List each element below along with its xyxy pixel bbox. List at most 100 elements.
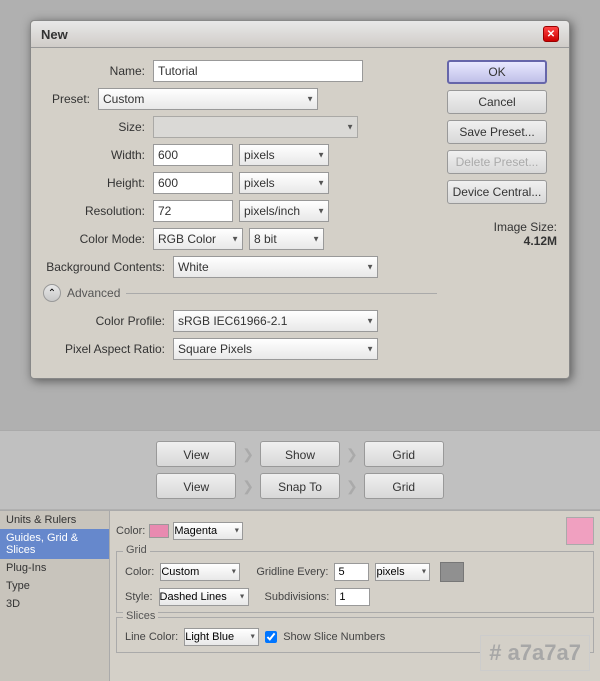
arrow-icon-2: ❯: [346, 446, 358, 463]
sidebar-item-3d[interactable]: 3D: [0, 595, 109, 613]
settings-top-bar: Color: Magenta Cyan: [116, 517, 594, 545]
bg-label: Background Contents:: [43, 260, 173, 274]
width-input[interactable]: [153, 144, 233, 166]
bit-select[interactable]: 8 bit 16 bit 32 bit: [249, 228, 324, 250]
aspect-label: Pixel Aspect Ratio:: [43, 342, 173, 356]
image-size-value: 4.12M: [447, 234, 557, 248]
gridline-unit-select[interactable]: pixels inches: [375, 563, 430, 581]
width-unit-select[interactable]: pixels inches cm: [239, 144, 329, 166]
ok-button[interactable]: OK: [447, 60, 547, 84]
grid-color-label: Color:: [125, 566, 154, 578]
colormode-select-wrapper: RGB Color CMYK Color: [153, 228, 243, 250]
color-name-select[interactable]: Magenta Cyan: [173, 522, 243, 540]
resolution-row: Resolution: pixels/inch pixels/cm: [43, 200, 437, 222]
grid-button-1[interactable]: Grid: [364, 441, 444, 467]
subdivisions-label: Subdivisions:: [265, 591, 330, 603]
preset-select[interactable]: Custom Default Photoshop Size Letter: [98, 88, 318, 110]
bg-row: Background Contents: White Background Co…: [43, 256, 437, 278]
profile-row: Color Profile: sRGB IEC61966-2.1 Adobe R…: [43, 310, 437, 332]
gridline-value-input[interactable]: [334, 563, 369, 581]
show-button[interactable]: Show: [260, 441, 340, 467]
height-label: Height:: [43, 176, 153, 190]
size-label: Size:: [43, 120, 153, 134]
size-row: Size:: [43, 116, 437, 138]
bottom-button-area: View ❯ Show ❯ Grid View ❯ Snap To ❯ Grid: [0, 430, 600, 509]
dialog-left-panel: Name: Preset: Custom Default Photoshop S…: [43, 60, 437, 366]
pink-swatch: [566, 517, 594, 545]
resolution-unit-wrapper: pixels/inch pixels/cm: [239, 200, 329, 222]
width-row: Width: pixels inches cm: [43, 144, 437, 166]
dialog-body: Name: Preset: Custom Default Photoshop S…: [31, 48, 569, 378]
view-button-2[interactable]: View: [156, 473, 236, 499]
profile-select[interactable]: sRGB IEC61966-2.1 Adobe RGB: [173, 310, 378, 332]
profile-select-wrapper: sRGB IEC61966-2.1 Adobe RGB: [173, 310, 378, 332]
bit-select-wrapper: 8 bit 16 bit 32 bit: [249, 228, 324, 250]
grid-button-2[interactable]: Grid: [364, 473, 444, 499]
slices-section-title: Slices: [123, 610, 158, 622]
advanced-label: Advanced: [67, 286, 120, 300]
grid-style-row: Style: Dashed Lines Lines Dots Subdivisi…: [125, 588, 585, 606]
settings-main: Color: Magenta Cyan Grid Color:: [110, 511, 600, 681]
grid-style-select[interactable]: Dashed Lines Lines Dots: [159, 588, 249, 606]
resolution-unit-select[interactable]: pixels/inch pixels/cm: [239, 200, 329, 222]
image-size-label: Image Size:: [447, 220, 557, 234]
height-unit-wrapper: pixels inches: [239, 172, 329, 194]
aspect-select[interactable]: Square Pixels D1/DV NTSC: [173, 338, 378, 360]
arrow-icon-3: ❯: [242, 478, 254, 495]
view-button-1[interactable]: View: [156, 441, 236, 467]
color-name-wrapper: Magenta Cyan: [173, 522, 243, 540]
sidebar-item-units[interactable]: Units & Rulers: [0, 511, 109, 529]
preset-row: Preset: Custom Default Photoshop Size Le…: [43, 88, 437, 110]
advanced-divider: [126, 293, 437, 294]
dialog-title: New: [41, 27, 68, 42]
button-row-1: View ❯ Show ❯ Grid: [156, 441, 443, 467]
grid-section-body: Color: Custom Light Blue Gridline Every:…: [125, 562, 585, 606]
line-color-select[interactable]: Light Blue Custom: [184, 628, 259, 646]
width-label: Width:: [43, 148, 153, 162]
color-area: Color: Magenta Cyan: [116, 522, 243, 540]
new-dialog: New ✕ Name: Preset: Custom Default Photo…: [30, 20, 570, 379]
grid-section: Grid Color: Custom Light Blue Gridline E…: [116, 551, 594, 613]
sidebar-item-type[interactable]: Type: [0, 577, 109, 595]
sidebar-item-guides[interactable]: Guides, Grid & Slices: [0, 529, 109, 559]
grid-section-title: Grid: [123, 544, 150, 556]
settings-panel: Units & Rulers Guides, Grid & Slices Plu…: [0, 510, 600, 681]
height-unit-select[interactable]: pixels inches: [239, 172, 329, 194]
preset-select-wrapper: Custom Default Photoshop Size Letter: [98, 88, 318, 110]
name-label: Name:: [43, 64, 153, 78]
grid-color-select[interactable]: Custom Light Blue: [160, 563, 240, 581]
advanced-section: ⌃ Advanced Color Profile: sRGB IEC61966-…: [43, 284, 437, 360]
name-row: Name:: [43, 60, 437, 82]
bg-select[interactable]: White Background Color Transparent: [173, 256, 378, 278]
show-numbers-checkbox[interactable]: [265, 631, 277, 643]
size-select[interactable]: [153, 116, 358, 138]
button-row-2: View ❯ Snap To ❯ Grid: [156, 473, 443, 499]
save-preset-button[interactable]: Save Preset...: [447, 120, 547, 144]
grid-color-row: Color: Custom Light Blue Gridline Every:…: [125, 562, 585, 582]
advanced-header: ⌃ Advanced: [43, 284, 437, 302]
profile-label: Color Profile:: [43, 314, 173, 328]
sidebar-item-plugins[interactable]: Plug-Ins: [0, 559, 109, 577]
resolution-input[interactable]: [153, 200, 233, 222]
subdivisions-input[interactable]: [335, 588, 370, 606]
cancel-button[interactable]: Cancel: [447, 90, 547, 114]
colormode-select[interactable]: RGB Color CMYK Color: [153, 228, 243, 250]
snap-to-button[interactable]: Snap To: [260, 473, 340, 499]
hex-badge: # a7a7a7: [480, 635, 590, 671]
aspect-row: Pixel Aspect Ratio: Square Pixels D1/DV …: [43, 338, 437, 360]
delete-preset-button[interactable]: Delete Preset...: [447, 150, 547, 174]
colormode-row: Color Mode: RGB Color CMYK Color 8 bit 1…: [43, 228, 437, 250]
arrow-icon-1: ❯: [242, 446, 254, 463]
gridline-unit-wrapper: pixels inches: [375, 563, 430, 581]
image-size-area: Image Size: 4.12M: [447, 220, 557, 248]
bg-select-wrapper: White Background Color Transparent: [173, 256, 378, 278]
close-button[interactable]: ✕: [543, 26, 559, 42]
grid-color-select-wrapper: Custom Light Blue: [160, 563, 240, 581]
height-input[interactable]: [153, 172, 233, 194]
name-input[interactable]: [153, 60, 363, 82]
advanced-toggle-button[interactable]: ⌃: [43, 284, 61, 302]
height-row: Height: pixels inches: [43, 172, 437, 194]
dialog-right-panel: OK Cancel Save Preset... Delete Preset..…: [447, 60, 557, 366]
grid-style-select-wrapper: Dashed Lines Lines Dots: [159, 588, 249, 606]
device-central-button[interactable]: Device Central...: [447, 180, 547, 204]
